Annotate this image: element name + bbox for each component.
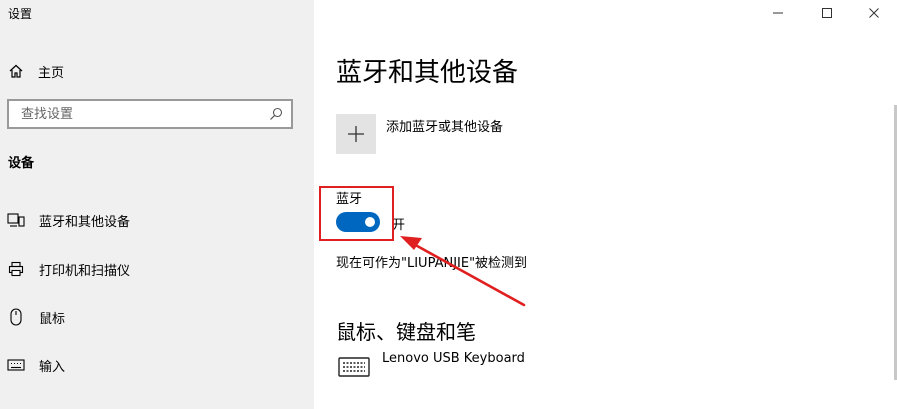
close-button[interactable] xyxy=(864,4,884,22)
search-icon[interactable] xyxy=(269,107,283,121)
maximize-button[interactable] xyxy=(817,4,837,22)
sidebar-item-printers[interactable]: 打印机和扫描仪 xyxy=(0,249,314,289)
search-input[interactable] xyxy=(9,101,271,127)
page-title: 蓝牙和其他设备 xyxy=(336,58,519,88)
sidebar-item-mouse[interactable]: 鼠标 xyxy=(0,297,314,337)
sidebar-item-label: 打印机和扫描仪 xyxy=(39,263,131,279)
nav-home[interactable]: 主页 xyxy=(8,58,308,84)
keyboard-device-icon xyxy=(338,357,370,377)
plus-icon xyxy=(348,126,364,142)
nav-home-label: 主页 xyxy=(38,65,65,81)
maximize-icon xyxy=(822,8,832,18)
minimize-icon xyxy=(773,12,783,14)
close-icon xyxy=(869,8,879,18)
devices-icon xyxy=(7,211,25,229)
add-device-label[interactable]: 添加蓝牙或其他设备 xyxy=(386,116,503,135)
sidebar-item-bluetooth[interactable]: 蓝牙和其他设备 xyxy=(0,200,314,240)
annotation-highlight-box xyxy=(319,186,394,241)
add-device-button[interactable] xyxy=(336,114,376,154)
sidebar-item-input[interactable]: 输入 xyxy=(0,345,314,385)
home-icon xyxy=(9,64,23,78)
keyboard-device-name[interactable]: Lenovo USB Keyboard xyxy=(382,351,525,366)
discoverable-text: 现在可作为"LIUPANJIE"被检测到 xyxy=(336,256,528,271)
minimize-button[interactable] xyxy=(768,4,788,22)
sidebar-item-label: 鼠标 xyxy=(39,311,66,327)
sidebar-item-label: 蓝牙和其他设备 xyxy=(39,214,131,230)
printer-icon xyxy=(7,260,25,278)
sidebar-item-label: 输入 xyxy=(39,359,66,375)
mouse-icon xyxy=(7,308,25,326)
keyboard-icon xyxy=(7,356,25,374)
main-content: 蓝牙和其他设备 添加蓝牙或其他设备 蓝牙 开 现在可作为"LIUPANJIE"被… xyxy=(314,0,897,409)
window-title: 设置 xyxy=(8,7,33,21)
section-heading-devices: 设备 xyxy=(8,156,35,171)
sidebar: 设置 主页 设备 蓝牙和其他设备 xyxy=(0,0,314,409)
section-title-mouse-keyboard-pen: 鼠标、键盘和笔 xyxy=(336,320,476,344)
search-box[interactable] xyxy=(7,99,293,129)
